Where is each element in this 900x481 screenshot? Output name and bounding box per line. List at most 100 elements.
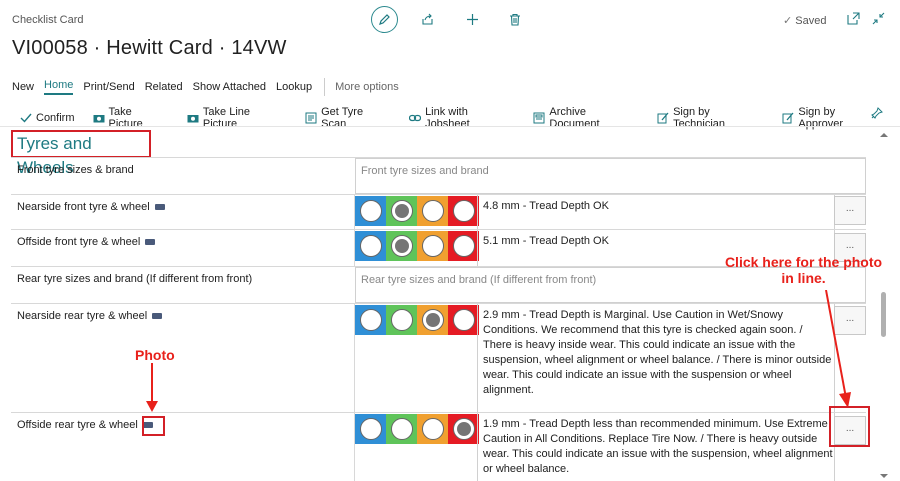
light-ring xyxy=(452,235,475,257)
row-label: Offside rear tyre & wheel xyxy=(17,419,153,431)
light-green[interactable] xyxy=(386,196,417,226)
light-red[interactable] xyxy=(448,196,479,226)
page-title: VI00058 · Hewitt Card · 14VW xyxy=(12,37,287,59)
arrow-annotation xyxy=(825,290,851,408)
saved-label: Saved xyxy=(795,15,827,27)
row-label: Front tyre sizes & brand xyxy=(17,164,134,176)
scroll-up-icon[interactable] xyxy=(880,132,888,138)
status-lights xyxy=(355,231,479,261)
pin-icon xyxy=(871,107,883,119)
delete-icon xyxy=(510,13,520,26)
camera-icon xyxy=(187,112,199,124)
light-ring xyxy=(390,200,413,222)
link-icon xyxy=(409,112,422,124)
light-orange[interactable] xyxy=(417,196,448,226)
light-ring xyxy=(359,200,382,222)
light-blue[interactable] xyxy=(355,305,386,335)
archive-icon xyxy=(533,112,545,124)
delete-button[interactable] xyxy=(507,11,523,27)
menu-print-send[interactable]: Print/Send xyxy=(83,81,134,93)
scroll-thumb[interactable] xyxy=(881,292,886,337)
photo-lookup-button[interactable]: ... xyxy=(834,196,866,225)
menu-more-options[interactable]: More options xyxy=(335,81,399,93)
light-orange[interactable] xyxy=(417,414,448,444)
check-icon: ✓ xyxy=(783,15,793,27)
edit-icon xyxy=(379,14,390,25)
photo-highlight-box xyxy=(142,416,165,436)
selected-dot xyxy=(394,204,409,218)
pin-button[interactable] xyxy=(870,107,883,125)
menu-show-attached[interactable]: Show Attached xyxy=(193,81,266,93)
selected-dot xyxy=(425,313,440,327)
saved-status: ✓ Saved xyxy=(783,14,826,27)
share-icon xyxy=(421,13,433,25)
click-here-line-1: Click here for the photo xyxy=(724,254,883,270)
photo-annotation-label: Photo xyxy=(135,347,175,363)
section-title[interactable]: Tyres and Wheels xyxy=(11,130,151,177)
light-ring xyxy=(390,235,413,257)
light-green[interactable] xyxy=(386,414,417,444)
light-ring xyxy=(390,418,413,440)
light-ring xyxy=(421,235,444,257)
camera-icon[interactable] xyxy=(154,204,165,211)
check-icon xyxy=(20,112,32,124)
scan-icon xyxy=(305,112,317,124)
menu-related[interactable]: Related xyxy=(145,81,183,93)
click-here-line-2: in line. xyxy=(781,270,826,286)
edit-button[interactable] xyxy=(371,6,398,33)
light-red[interactable] xyxy=(448,231,479,261)
click-here-annotation: Click here for the photo in line. xyxy=(721,254,886,286)
front-tyre-sizes-input[interactable]: Front tyre sizes and brand xyxy=(355,158,866,194)
light-green[interactable] xyxy=(386,305,417,335)
status-lights xyxy=(355,414,479,444)
light-blue[interactable] xyxy=(355,196,386,226)
top-toolbar xyxy=(371,6,531,34)
action-menu: New Home Print/Send Related Show Attache… xyxy=(12,78,409,96)
light-red[interactable] xyxy=(448,414,479,444)
table-row: Nearside front tyre & wheel 4.8 mm - Tre… xyxy=(11,194,866,229)
sign-icon xyxy=(782,112,794,124)
selected-dot xyxy=(456,422,471,436)
menu-divider xyxy=(324,78,326,96)
scrollbar[interactable] xyxy=(879,132,889,481)
table-row: Offside rear tyre & wheel 1.9 mm - Tread… xyxy=(11,412,866,481)
light-ring xyxy=(359,309,382,331)
light-ring xyxy=(421,309,444,331)
light-orange[interactable] xyxy=(417,231,448,261)
new-button[interactable] xyxy=(464,11,480,27)
menu-lookup[interactable]: Lookup xyxy=(276,81,312,93)
light-blue[interactable] xyxy=(355,414,386,444)
row-label-text: Nearside front tyre & wheel xyxy=(17,201,150,213)
light-ring xyxy=(452,418,475,440)
light-ring xyxy=(421,418,444,440)
collapse-icon[interactable] xyxy=(872,12,885,25)
light-ring xyxy=(359,235,382,257)
popout-icon[interactable] xyxy=(847,12,860,25)
menu-home[interactable]: Home xyxy=(44,79,74,95)
light-ring xyxy=(390,309,413,331)
status-lights xyxy=(355,196,479,226)
light-blue[interactable] xyxy=(355,231,386,261)
arrow-annotation xyxy=(146,363,158,412)
camera-icon xyxy=(93,112,105,124)
row-label-text: Offside rear tyre & wheel xyxy=(17,419,138,431)
status-lights xyxy=(355,305,479,335)
light-orange[interactable] xyxy=(417,305,448,335)
camera-icon[interactable] xyxy=(152,313,163,320)
confirm-button[interactable]: Confirm xyxy=(20,112,75,124)
light-ring xyxy=(452,309,475,331)
note-text: 2.9 mm - Tread Depth is Marginal. Use Ca… xyxy=(483,309,832,396)
scroll-down-icon[interactable] xyxy=(880,473,888,479)
confirm-label: Confirm xyxy=(36,112,75,124)
camera-icon[interactable] xyxy=(145,239,156,246)
row-label-text: Offside front tyre & wheel xyxy=(17,236,141,248)
app-title: Checklist Card xyxy=(12,14,84,26)
ellipsis-highlight-box xyxy=(829,406,870,447)
light-green[interactable] xyxy=(386,231,417,261)
share-button[interactable] xyxy=(419,11,435,27)
menu-new[interactable]: New xyxy=(12,81,34,93)
light-ring xyxy=(359,418,382,440)
light-red[interactable] xyxy=(448,305,479,335)
light-ring xyxy=(421,200,444,222)
sign-icon xyxy=(657,112,669,124)
